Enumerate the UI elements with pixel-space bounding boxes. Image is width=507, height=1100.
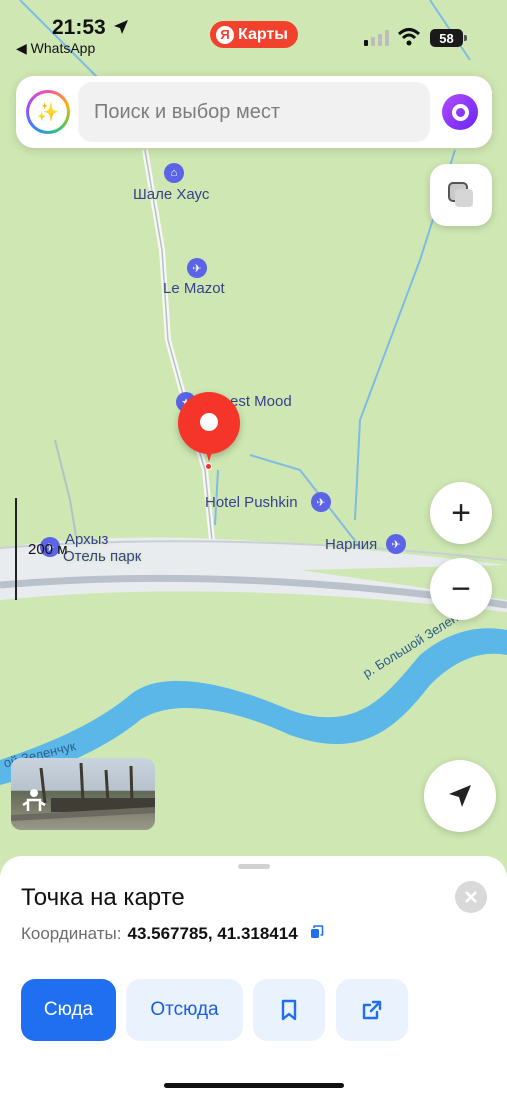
back-to-app-link[interactable]: ◀ WhatsApp bbox=[16, 40, 95, 57]
panorama-person-icon bbox=[19, 785, 49, 820]
location-arrow-icon bbox=[112, 18, 130, 41]
copy-icon[interactable] bbox=[310, 924, 324, 944]
share-icon bbox=[362, 1000, 382, 1020]
poi-label[interactable]: Hotel Pushkin bbox=[205, 494, 298, 511]
panorama-preview[interactable] bbox=[11, 758, 155, 830]
plane-icon[interactable]: ✈ bbox=[187, 258, 207, 278]
poi-label[interactable]: Архыз bbox=[65, 531, 108, 548]
coordinates-value[interactable]: 43.567785, 41.318414 bbox=[128, 924, 298, 944]
close-button[interactable] bbox=[455, 881, 487, 913]
maps-brand-pill: Я Карты bbox=[210, 21, 298, 48]
scale-label: 200 м bbox=[28, 541, 68, 558]
poi-label[interactable]: Шале Хаус bbox=[133, 186, 209, 203]
route-here-button[interactable]: Сюда bbox=[21, 979, 116, 1041]
coordinates-label: Координаты: bbox=[21, 924, 122, 943]
bookmark-icon bbox=[281, 999, 297, 1021]
yandex-logo-icon: Я bbox=[216, 25, 234, 44]
minus-icon: − bbox=[451, 570, 471, 608]
alice-icon bbox=[451, 103, 469, 121]
plane-icon[interactable]: ✈ bbox=[311, 492, 331, 512]
share-button[interactable] bbox=[336, 979, 408, 1041]
bookmark-button[interactable] bbox=[253, 979, 325, 1041]
wifi-icon bbox=[397, 27, 421, 52]
poi-label[interactable]: est Mood bbox=[230, 393, 292, 410]
place-card-sheet: Точка на карте Координаты: 43.567785, 41… bbox=[0, 856, 507, 1100]
close-icon bbox=[465, 891, 477, 903]
sparkles-icon: ✨ bbox=[29, 93, 67, 131]
hotel-icon[interactable]: ⌂ bbox=[164, 163, 184, 183]
poi-label[interactable]: Le Mazot bbox=[163, 280, 225, 297]
brand-name: Карты bbox=[238, 25, 288, 43]
location-pin-point bbox=[205, 463, 212, 470]
status-bar: 21:53 ◀ WhatsApp Я Карты 58 bbox=[0, 0, 507, 64]
plane-icon[interactable]: ✈ bbox=[386, 534, 406, 554]
battery-icon: 58 bbox=[430, 29, 467, 47]
zoom-out-button[interactable]: − bbox=[430, 558, 492, 620]
plus-icon: + bbox=[451, 494, 471, 532]
route-from-here-button[interactable]: Отсюда bbox=[126, 979, 243, 1041]
home-indicator[interactable] bbox=[164, 1083, 344, 1088]
search-bar: ✨ bbox=[16, 76, 492, 148]
status-time: 21:53 bbox=[52, 16, 106, 39]
navigation-arrow-icon bbox=[449, 785, 471, 807]
my-location-button[interactable] bbox=[424, 760, 496, 832]
layers-icon bbox=[448, 182, 473, 207]
ai-assistant-button[interactable]: ✨ bbox=[26, 90, 70, 134]
coordinates-row: Координаты: 43.567785, 41.318414 bbox=[21, 924, 324, 944]
sheet-grabber[interactable] bbox=[238, 864, 270, 869]
location-pin-icon[interactable] bbox=[178, 392, 240, 454]
search-input[interactable] bbox=[78, 82, 430, 142]
poi-label[interactable]: Отель парк bbox=[63, 548, 141, 565]
poi-label[interactable]: Нарния bbox=[325, 536, 377, 553]
zoom-in-button[interactable]: + bbox=[430, 482, 492, 544]
layers-button[interactable] bbox=[430, 164, 492, 226]
place-title: Точка на карте bbox=[21, 884, 185, 911]
alice-voice-button[interactable] bbox=[442, 94, 478, 130]
signal-icon bbox=[364, 30, 390, 51]
